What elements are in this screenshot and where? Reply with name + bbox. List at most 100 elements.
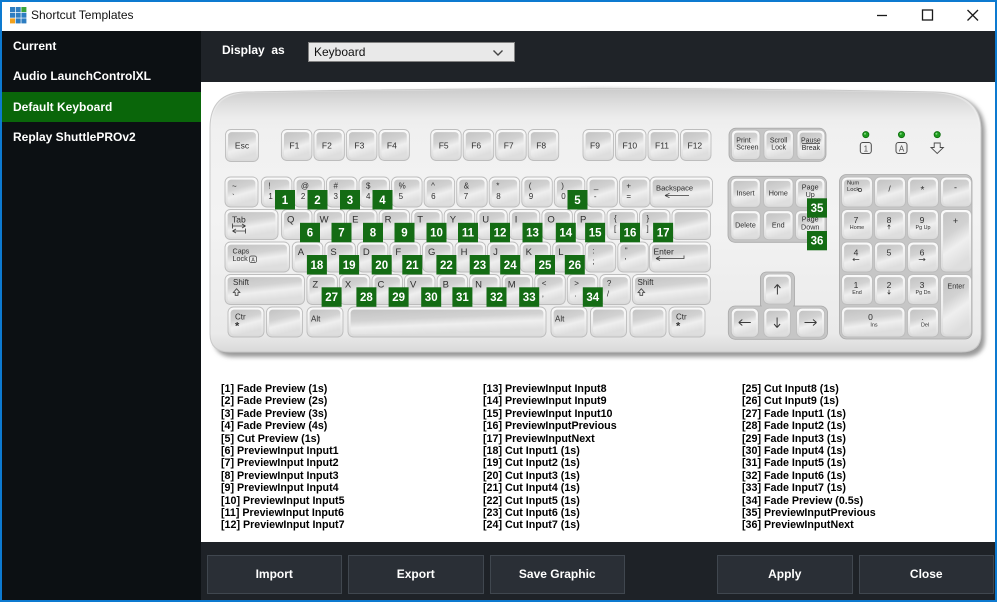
- svg-text:L: L: [558, 247, 563, 258]
- svg-text:7: 7: [464, 192, 469, 201]
- svg-text:22: 22: [440, 260, 453, 272]
- svg-text:E: E: [352, 215, 358, 226]
- svg-text:~: ~: [232, 182, 237, 191]
- svg-text:$: $: [366, 182, 371, 191]
- svg-text:6: 6: [920, 248, 925, 258]
- svg-text:29: 29: [392, 292, 405, 304]
- svg-text:F8: F8: [536, 141, 546, 151]
- svg-text:21: 21: [406, 260, 419, 272]
- svg-text:*: *: [496, 182, 499, 191]
- svg-text:F5: F5: [439, 141, 449, 151]
- svg-text:F11: F11: [655, 141, 669, 151]
- svg-text:2: 2: [314, 195, 320, 207]
- svg-text:9: 9: [529, 192, 534, 201]
- svg-text:Up: Up: [806, 190, 815, 199]
- svg-text:14: 14: [559, 228, 572, 240]
- svg-text:Break: Break: [802, 145, 821, 152]
- svg-text:2: 2: [301, 192, 306, 201]
- svg-text:S: S: [330, 247, 336, 258]
- svg-text:Delete: Delete: [735, 221, 756, 230]
- svg-text:Num: Num: [847, 181, 859, 187]
- svg-text:Down: Down: [801, 222, 819, 231]
- svg-text:-: -: [594, 192, 597, 201]
- svg-text:*: *: [235, 321, 240, 333]
- svg-text:Tab: Tab: [232, 215, 246, 225]
- svg-text:1: 1: [864, 144, 869, 153]
- svg-text::: :: [592, 247, 594, 256]
- svg-text:8: 8: [496, 192, 501, 201]
- svg-text:28: 28: [360, 292, 373, 304]
- svg-text:8: 8: [887, 215, 892, 225]
- svg-text:H: H: [461, 247, 468, 258]
- svg-text:Esc: Esc: [235, 141, 250, 151]
- svg-text:*: *: [676, 321, 681, 333]
- svg-text:M: M: [508, 280, 516, 291]
- svg-text:4: 4: [366, 192, 371, 201]
- svg-text:0: 0: [561, 192, 566, 201]
- svg-text:F10: F10: [623, 141, 638, 151]
- svg-text:Alt: Alt: [555, 315, 565, 324]
- svg-text:@: @: [301, 182, 309, 191]
- svg-text:Scroll: Scroll: [770, 137, 788, 144]
- svg-text:23: 23: [473, 260, 486, 272]
- svg-text:F9: F9: [590, 141, 600, 151]
- svg-text:End: End: [852, 290, 862, 296]
- svg-text:F3: F3: [354, 141, 364, 151]
- svg-text:Home: Home: [769, 188, 788, 197]
- svg-text:N: N: [475, 280, 482, 291]
- svg-text:Del: Del: [921, 323, 929, 329]
- svg-text:*: *: [921, 185, 925, 196]
- svg-text:C: C: [378, 280, 385, 291]
- svg-text:J: J: [493, 247, 498, 258]
- svg-text:Lock: Lock: [233, 254, 249, 263]
- svg-text:V: V: [410, 280, 417, 291]
- svg-text:-: -: [954, 183, 957, 193]
- svg-text:U: U: [482, 215, 489, 226]
- svg-text:17: 17: [657, 228, 670, 240]
- svg-text:Enter: Enter: [947, 282, 965, 291]
- svg-text:24: 24: [504, 260, 517, 272]
- svg-text:F6: F6: [471, 141, 481, 151]
- svg-text:19: 19: [343, 260, 356, 272]
- svg-text:Enter: Enter: [654, 247, 674, 257]
- svg-text:35: 35: [811, 203, 824, 215]
- svg-text:1: 1: [282, 195, 289, 207]
- svg-text:]: ]: [647, 225, 649, 234]
- svg-text:4: 4: [854, 248, 859, 258]
- svg-text:A: A: [298, 247, 305, 258]
- svg-text:7: 7: [338, 228, 344, 240]
- svg-text:&: &: [464, 182, 470, 191]
- svg-text:G: G: [428, 247, 435, 258]
- svg-text:+: +: [626, 182, 631, 191]
- svg-text:1: 1: [854, 280, 859, 290]
- svg-text:#: #: [334, 182, 339, 191]
- svg-text:^: ^: [431, 182, 435, 191]
- svg-text:Screen: Screen: [736, 144, 758, 151]
- svg-text:%: %: [399, 182, 406, 191]
- svg-text:R: R: [385, 215, 392, 226]
- svg-text:F1: F1: [289, 141, 299, 151]
- svg-text:7: 7: [854, 215, 859, 225]
- svg-text:3: 3: [920, 280, 925, 290]
- svg-text:Alt: Alt: [311, 315, 321, 324]
- svg-text:Lock: Lock: [847, 187, 859, 193]
- svg-text:6: 6: [431, 192, 436, 201]
- svg-text:0: 0: [868, 312, 873, 322]
- svg-text:1: 1: [268, 192, 273, 201]
- svg-text:I: I: [515, 215, 518, 226]
- svg-text:(: (: [529, 182, 532, 191]
- svg-text:Print: Print: [736, 137, 750, 144]
- svg-text:8: 8: [370, 228, 377, 240]
- svg-text:F: F: [395, 247, 401, 258]
- svg-text:6: 6: [307, 228, 313, 240]
- svg-text:": ": [625, 247, 628, 256]
- svg-text:36: 36: [811, 236, 824, 248]
- svg-text:.: .: [574, 290, 576, 299]
- svg-text:Pg Up: Pg Up: [916, 225, 931, 231]
- svg-text:27: 27: [325, 292, 338, 304]
- svg-text:5: 5: [399, 192, 404, 201]
- svg-text:13: 13: [526, 228, 539, 240]
- svg-text:?: ?: [607, 279, 612, 288]
- svg-text:31: 31: [456, 292, 469, 304]
- svg-text:+: +: [953, 216, 958, 226]
